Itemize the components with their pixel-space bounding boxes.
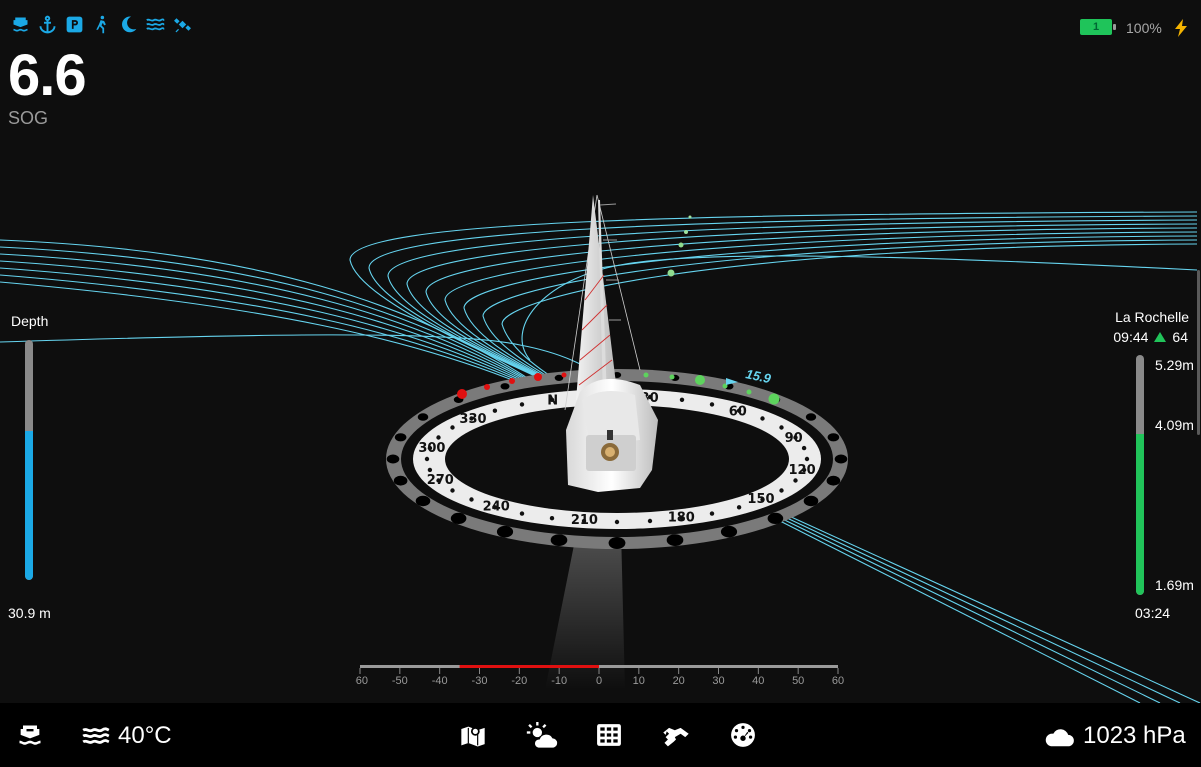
compass-label: 150 [747,492,774,507]
map-button[interactable] [459,722,487,750]
depth-value: 30.9 m [8,605,51,621]
gauge-button[interactable] [730,722,756,748]
tide-high-label: 5.29m [1155,357,1194,373]
water-temp-value: 40°C [118,722,172,749]
weather-icon [526,722,558,750]
weather-button[interactable] [526,722,558,750]
battery-level-label: 1 [1092,21,1100,33]
bottom-bar: 40°C 1023 hPa [0,703,1201,767]
compass-label: 300 [418,441,445,456]
depth-title: Depth [11,313,49,329]
water-temp-button[interactable]: 40°C [82,722,172,750]
heel-scale-label: 40 [752,675,764,687]
compass-label: 330 [459,412,486,427]
heel-scale-label: -50 [392,675,408,687]
person-overboard-icon[interactable] [91,14,112,35]
handshake-button[interactable] [661,722,691,750]
grid-button[interactable] [596,722,622,748]
heel-scale-label: 50 [792,675,804,687]
boat-3d-scene[interactable]: N 306090120150180210240270300330 15.9 [0,0,1201,703]
status-icons [10,14,193,35]
tide-station: La Rochelle [1115,309,1189,325]
heel-scale-label: -40 [432,675,448,687]
heel-scale-label: -30 [472,675,488,687]
depth-bar[interactable] [25,340,33,580]
compass-label: 240 [483,500,510,515]
compass-label: 180 [668,510,695,525]
compass-label: 120 [789,463,816,478]
heel-scale-label: 60 [832,675,844,687]
boat-menu-button[interactable] [16,722,44,750]
compass-label: 90 [785,431,803,446]
tide-bar[interactable] [1136,355,1144,595]
tide-current-label: 4.09m [1155,417,1194,433]
heel-scale-label: 0 [596,675,602,687]
wind-readout: 15.9 [744,366,773,386]
heel-scale: -60 -50 -40 -30 -20 -10 0 10 20 30 40 50 60 [355,665,844,687]
heel-scale-label: -20 [511,675,527,687]
parking-icon[interactable] [64,14,85,35]
pressure-button[interactable]: 1023 hPa [1043,722,1186,750]
tide-next-height: 64 [1172,329,1188,345]
depth-bar-fill [25,431,33,580]
scrollbar[interactable] [1197,270,1200,435]
heel-scale-label: 10 [633,675,645,687]
tide-next: 09:44 64 [1113,329,1188,345]
heel-scale-label: 20 [673,675,685,687]
sog-value: 6.6 [8,43,87,108]
tide-time-bottom: 03:24 [1135,605,1171,621]
moon-icon[interactable] [118,14,139,35]
boat-icon [16,722,44,750]
rising-tide-icon [1154,332,1167,342]
compass-label: 210 [571,513,598,528]
battery-percent: 100% [1126,20,1162,36]
compass-label: 270 [427,473,454,488]
heel-scale-label: 30 [712,675,724,687]
satellite-icon[interactable] [172,14,193,35]
waves-icon[interactable] [145,14,166,35]
boat-icon[interactable] [10,14,31,35]
charging-icon [1172,18,1190,43]
gauge-icon [730,722,756,748]
heel-scale-label: -10 [551,675,567,687]
heel-scale-red-range [459,665,599,668]
sog-label: SOG [8,108,49,128]
heel-scale-label: -60 [355,675,368,687]
water-waves-icon [82,724,110,748]
map-icon [459,722,487,750]
tide-low-label: 1.69m [1155,577,1194,593]
compass-label: N [547,394,558,409]
compass-label: 60 [729,405,747,420]
anchor-icon[interactable] [37,14,58,35]
battery-indicator[interactable]: 1 [1080,19,1116,35]
cloud-icon [1043,724,1075,748]
grid-icon [596,722,622,748]
tide-bar-fill [1136,434,1144,595]
handshake-icon [661,722,691,750]
pressure-value: 1023 hPa [1083,722,1186,749]
tide-next-time: 09:44 [1113,329,1149,345]
